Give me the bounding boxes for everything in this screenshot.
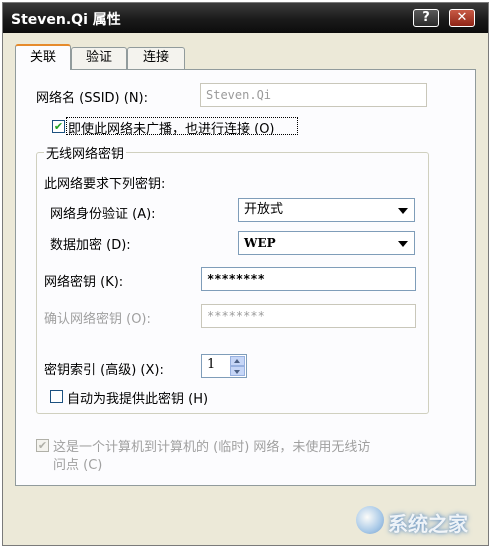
title-bar[interactable]: Steven.Qi 属性 ? ✕ [3,3,488,33]
encryption-select[interactable]: WEP [238,231,415,255]
watermark-text: 系统之家 [388,512,468,536]
broadcast-checkbox-label[interactable]: 即使此网络未广播，也进行连接 (O) [68,118,275,137]
adhoc-checkbox-label-line1: 这是一个计算机到计算机的 (临时) 网络，未使用无线访 [53,440,371,455]
network-key-label: 网络密钥 (K): [44,275,124,290]
chevron-down-icon [398,208,408,214]
broadcast-checkbox[interactable]: ✔ [52,120,65,133]
spin-down-icon[interactable] [230,366,245,376]
wireless-key-group-title: 无线网络密钥 [44,143,127,162]
key-index-value: 1 [207,357,216,372]
tab-authentication[interactable]: 验证 [71,47,127,69]
tab-association[interactable]: 关联 [15,44,71,70]
encryption-label: 数据加密 (D): [50,238,131,253]
adhoc-checkbox[interactable]: ✔ [36,439,49,452]
key-index-label: 密钥索引 (高级) (X): [44,363,164,378]
key-index-stepper[interactable]: 1 [201,354,247,378]
auth-label: 网络身份验证 (A): [50,207,156,222]
chevron-down-icon [398,241,408,247]
ssid-label: 网络名 (SSID) (N): [36,91,149,106]
window-title: Steven.Qi 属性 [11,12,121,28]
watermark-logo-icon [356,506,384,534]
adhoc-checkbox-label-line2: 问点 (C) [53,458,103,473]
confirm-key-label: 确认网络密钥 (O): [44,312,151,327]
auto-key-checkbox[interactable] [50,390,63,403]
auth-select-value: 开放式 [244,202,284,217]
encryption-select-value: WEP [244,236,276,250]
confirm-key-field[interactable]: ******** [201,304,416,328]
auto-key-checkbox-label[interactable]: 自动为我提供此密钥 (H) [67,388,208,407]
auth-select[interactable]: 开放式 [238,198,415,222]
spin-up-icon[interactable] [230,356,245,366]
ssid-field[interactable]: Steven.Qi [200,83,427,107]
close-button[interactable]: ✕ [449,9,475,27]
help-button[interactable]: ? [413,9,439,27]
tab-connection[interactable]: 连接 [127,47,185,69]
key-required-text: 此网络要求下列密钥: [44,177,166,192]
network-key-field[interactable]: ******** [201,267,416,291]
